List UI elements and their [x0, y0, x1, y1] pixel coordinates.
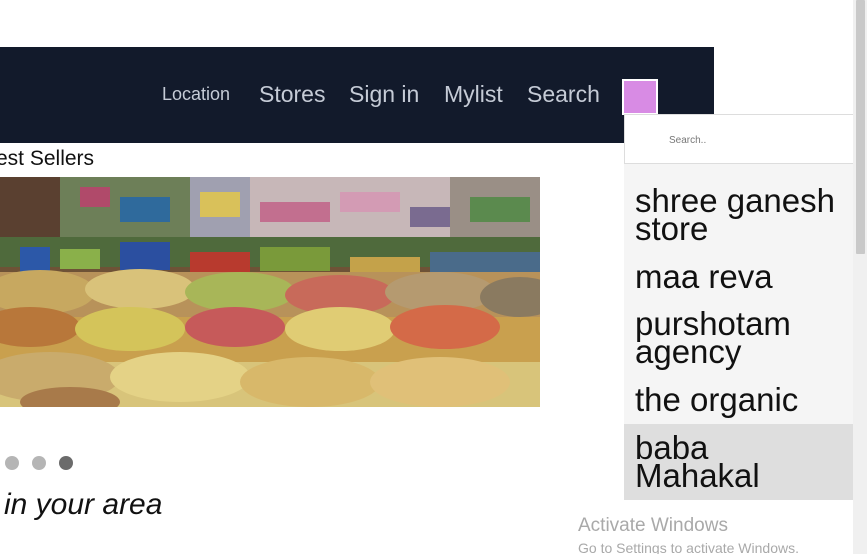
dropdown-search-input[interactable]: [669, 132, 839, 148]
dropdown-item-text: store: [635, 210, 709, 247]
dropdown-search-box: [624, 114, 854, 164]
scrollbar-thumb[interactable]: [856, 0, 865, 254]
carousel-slide-image: [0, 177, 540, 407]
dropdown-item-text: agency: [635, 333, 742, 370]
windows-watermark-subtitle: Go to Settings to activate Windows.: [578, 540, 799, 554]
dropdown-item-maa-reva[interactable]: maa reva: [624, 258, 854, 295]
dropdown-item-the-organic[interactable]: the organic: [624, 381, 854, 418]
nav-stores-link[interactable]: Stores: [259, 81, 325, 108]
dropdown-item-text: Mahakal: [635, 457, 760, 494]
store-dropdown-menu: shree ganesh store maa reva purshotam ag…: [624, 114, 854, 500]
section-title: est Sellers: [0, 147, 95, 170]
carousel-indicator-3-active[interactable]: [59, 456, 73, 470]
dropdown-item-shree-ganesh-store[interactable]: shree ganesh store: [624, 184, 854, 247]
dropdown-toggle-button[interactable]: [621, 78, 659, 116]
windows-watermark-title: Activate Windows: [578, 515, 728, 536]
nav-mylist-link[interactable]: Mylist: [444, 81, 503, 108]
carousel-indicator-1[interactable]: [5, 456, 19, 470]
dropdown-item-baba-mahakal[interactable]: baba Mahakal: [624, 424, 854, 500]
nav-signin-link[interactable]: Sign in: [349, 81, 419, 108]
dropdown-item-text: maa reva: [635, 258, 773, 295]
carousel-indicator-2[interactable]: [32, 456, 46, 470]
tagline-text: in your area: [4, 488, 163, 521]
nav-search-link[interactable]: Search: [527, 81, 600, 108]
nav-location-link[interactable]: Location: [162, 84, 230, 105]
dropdown-item-purshotam-agency[interactable]: purshotam agency: [624, 307, 854, 370]
dropdown-item-text: the organic: [635, 381, 799, 418]
